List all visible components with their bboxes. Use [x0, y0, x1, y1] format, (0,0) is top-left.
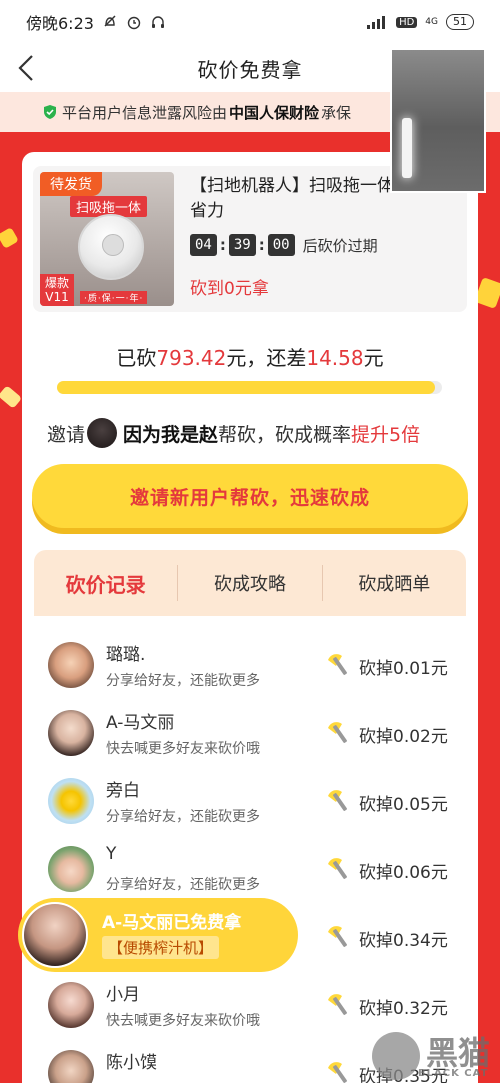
avatar: [48, 778, 94, 824]
confetti-decoration: [0, 385, 23, 409]
warranty-label: ·质·保·一·年·: [80, 291, 148, 304]
watermark-sub: BLACK CAT: [418, 1068, 489, 1079]
record-name: A-马文丽: [106, 713, 175, 733]
axe-icon: [328, 654, 347, 675]
axe-icon: [328, 994, 347, 1015]
toast-avatar: [22, 902, 88, 968]
record-subtitle: 分享给好友，还能砍更多: [106, 877, 260, 893]
record-name: Y: [106, 844, 117, 864]
progress-middle: 元，还差: [226, 346, 307, 370]
record-subtitle: 快去喊更多好友来砍价哦: [106, 741, 260, 757]
alarm-icon: [127, 16, 141, 30]
tab-bargain-showcase[interactable]: 砍成晒单: [323, 570, 466, 596]
cat-logo-icon: [372, 1032, 420, 1080]
countdown-seconds: 00: [267, 234, 295, 256]
countdown-minutes: 39: [228, 234, 256, 256]
boost-text: 提升5倍: [351, 423, 421, 446]
floating-video-window[interactable]: [390, 48, 486, 193]
record-amount: 砍掉0.32元: [359, 999, 448, 1019]
free-target-text: 砍到0元拿: [190, 279, 269, 299]
progress-fill: [57, 381, 436, 394]
invite-middle: 帮砍，砍成概率: [218, 423, 352, 446]
record-amount: 砍掉0.01元: [359, 659, 448, 679]
record-amount: 砍掉0.05元: [359, 795, 448, 815]
record-tabs: 砍价记录 砍成攻略 砍成晒单: [34, 550, 466, 616]
axe-icon: [328, 926, 347, 947]
invite-new-user-button[interactable]: 邀请新用户帮砍，迅速砍成: [32, 464, 468, 528]
toast-item: 【便携榨汁机】: [102, 936, 220, 959]
friend-avatar: [87, 418, 118, 448]
toast-title: A-马文丽已免费拿: [102, 913, 242, 933]
countdown-hours: 04: [190, 234, 217, 256]
headphone-icon: [151, 16, 164, 28]
ship-status-tag: 待发货: [40, 172, 102, 196]
countdown: 04 : 39 : 00 后砍价过期: [190, 234, 378, 256]
record-subtitle: 分享给好友，还能砍更多: [106, 809, 260, 825]
progress-prefix: 已砍: [116, 346, 157, 370]
record-subtitle: 快去喊更多好友来砍价哦: [106, 1013, 260, 1029]
list-item: 旁白 分享给好友，还能砍更多 砍掉0.05元: [34, 770, 466, 838]
status-time: 傍晚6:23: [26, 14, 94, 33]
axe-icon: [328, 790, 347, 811]
invite-line: 邀请 因为我是赵 帮砍，砍成概率 提升5倍: [47, 418, 420, 448]
record-name: 璐璐.: [106, 645, 146, 665]
back-arrow-icon[interactable]: [14, 52, 44, 84]
signal-icon: [367, 16, 386, 29]
confetti-decoration: [474, 277, 500, 309]
axe-icon: [328, 1062, 347, 1083]
avatar: [48, 1050, 94, 1083]
list-item: 璐璐. 分享给好友，还能砍更多 砍掉0.01元: [34, 634, 466, 702]
product-image[interactable]: 待发货 扫吸拖一体 爆款V11 ·质·保·一·年·: [40, 172, 174, 306]
insurance-company: 中国人保财险: [229, 103, 320, 122]
status-bar: 傍晚6:23 HD 4G 51: [0, 0, 500, 44]
tab-bargain-guide[interactable]: 砍成攻略: [178, 570, 321, 596]
free-item-toast[interactable]: A-马文丽已免费拿 【便携榨汁机】: [18, 898, 298, 972]
remain-amount: 14.58: [306, 346, 364, 370]
invite-prefix: 邀请: [47, 423, 86, 446]
confetti-decoration: [0, 227, 19, 249]
record-name: 旁白: [106, 781, 140, 801]
avatar: [48, 642, 94, 688]
cut-amount: 793.42: [156, 346, 227, 370]
video-frame-light: [402, 118, 412, 178]
hd-badge: HD: [396, 16, 418, 28]
friend-name: 因为我是赵: [123, 423, 219, 446]
axe-icon: [328, 858, 347, 879]
insurance-suffix: 承保: [321, 103, 352, 122]
record-amount: 砍掉0.02元: [359, 727, 448, 747]
record-name: 陈小馍: [106, 1053, 157, 1073]
list-item: A-马文丽 快去喊更多好友来砍价哦 砍掉0.02元: [34, 702, 466, 770]
watermark-logo: 黑猫 BLACK CAT: [362, 1028, 500, 1083]
mute-icon: [104, 15, 116, 27]
avatar: [48, 846, 94, 892]
robot-vacuum-image: [78, 214, 144, 280]
network-label: 4G: [425, 17, 438, 27]
countdown-suffix: 后砍价过期: [302, 236, 378, 255]
insurance-prefix: 平台用户信息泄露风险由: [62, 103, 228, 122]
progress-suffix: 元: [363, 346, 384, 370]
shield-check-icon: [44, 105, 56, 119]
avatar: [48, 710, 94, 756]
list-item: Y 分享给好友，还能砍更多 砍掉0.06元: [34, 838, 466, 906]
axe-icon: [328, 722, 347, 743]
battery-indicator: 51: [446, 14, 474, 30]
colon-separator: :: [219, 236, 226, 254]
colon-separator: :: [258, 236, 265, 254]
hot-tag: 爆款V11: [40, 274, 74, 306]
record-subtitle: 分享给好友，还能砍更多: [106, 673, 260, 689]
record-amount: 砍掉0.34元: [359, 931, 448, 951]
tab-bargain-records[interactable]: 砍价记录: [34, 569, 177, 598]
avatar: [48, 982, 94, 1028]
record-name: 小月: [106, 985, 140, 1005]
record-amount: 砍掉0.06元: [359, 863, 448, 883]
page-title: 砍价免费拿: [197, 57, 303, 82]
bargain-progress-text: 已砍793.42元，还差14.58元: [0, 342, 500, 371]
